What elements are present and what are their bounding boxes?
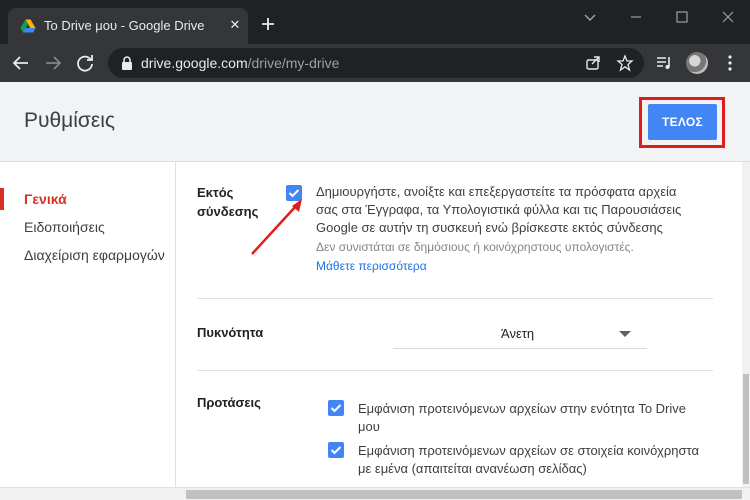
profile-avatar[interactable] [686, 52, 708, 74]
reload-icon[interactable] [74, 52, 96, 74]
horizontal-scrollbar-thumb[interactable] [186, 490, 742, 499]
offline-label-line1: Εκτός [197, 185, 234, 200]
share-icon[interactable] [584, 54, 602, 72]
vertical-scrollbar[interactable] [742, 162, 750, 487]
page-title: Ρυθμίσεις [24, 109, 116, 132]
density-select[interactable]: Άνετη [393, 319, 647, 349]
tab-title: To Drive μου - Google Drive [44, 18, 205, 33]
offline-desc-line1: Δημιουργήστε, ανοίξτε και επεξεργαστείτε… [316, 184, 677, 199]
suggestions-mydrive-text: Εμφάνιση προτεινόμενων αρχείων στην ενότ… [358, 400, 728, 436]
suggestions-shared-checkbox[interactable] [328, 442, 344, 458]
suggestions-label: Προτάσεις [197, 395, 261, 410]
bookmark-star-icon[interactable] [616, 54, 634, 72]
horizontal-scrollbar[interactable] [0, 487, 750, 500]
suggestions-opt1-line1: Εμφάνιση προτεινόμενων αρχείων στην ενότ… [358, 401, 687, 416]
forward-icon[interactable] [42, 52, 64, 74]
section-divider [197, 370, 713, 371]
browser-tab[interactable]: To Drive μου - Google Drive ✕ [8, 8, 248, 44]
url-host: drive.google.com [141, 55, 248, 71]
url-path: /drive/my-drive [247, 55, 340, 71]
offline-desc-line3: Google σε αυτήν τη συσκευή ενώ βρίσκεστε… [316, 220, 663, 235]
annotation-arrow-icon [251, 199, 302, 255]
offline-note: Δεν συνιστάται σε δημόσιους ή κοινόχρηστ… [316, 240, 634, 254]
checkmark-icon [330, 404, 342, 413]
google-drive-icon [20, 19, 36, 33]
sidebar-item-notifications[interactable]: Ειδοποιήσεις [24, 219, 105, 235]
suggestions-opt2-line2: με εμένα (απαιτείται ανανέωση σελίδας) [358, 461, 587, 476]
lock-icon [122, 56, 132, 70]
maximize-icon[interactable] [668, 6, 696, 28]
url-text: drive.google.com/drive/my-drive [141, 55, 339, 71]
close-tab-icon[interactable]: ✕ [226, 16, 244, 34]
suggestions-opt2-line1: Εμφάνιση προτεινόμενων αρχείων σε στοιχε… [358, 443, 699, 458]
dropdown-arrow-icon [619, 331, 631, 337]
close-window-icon[interactable] [714, 6, 742, 28]
offline-description: Δημιουργήστε, ανοίξτε και επεξεργαστείτε… [316, 183, 736, 237]
offline-desc-line2: σας στα Έγγραφα, τα Υπολογιστικά φύλλα κ… [316, 202, 682, 217]
vertical-scrollbar-thumb[interactable] [743, 374, 749, 484]
media-controls-icon[interactable] [654, 53, 674, 73]
settings-header: Ρυθμίσεις ΤΕΛΟΣ [0, 82, 750, 162]
done-button[interactable]: ΤΕΛΟΣ [648, 104, 717, 140]
sidebar-item-manage-apps[interactable]: Διαχείριση εφαρμογών [24, 247, 165, 263]
density-label: Πυκνότητα [197, 325, 264, 340]
checkmark-icon [330, 446, 342, 455]
settings-sidebar: Γενικά Ειδοποιήσεις Διαχείριση εφαρμογών [0, 162, 175, 487]
density-value: Άνετη [501, 326, 535, 341]
suggestions-shared-text: Εμφάνιση προτεινόμενων αρχείων σε στοιχε… [358, 442, 728, 478]
active-indicator [0, 188, 4, 210]
learn-more-link[interactable]: Μάθετε περισσότερα [316, 259, 427, 273]
new-tab-icon[interactable] [258, 14, 278, 34]
sidebar-item-general[interactable]: Γενικά [24, 191, 67, 207]
section-divider [197, 298, 713, 299]
address-bar[interactable]: drive.google.com/drive/my-drive [108, 48, 644, 78]
suggestions-mydrive-checkbox[interactable] [328, 400, 344, 416]
suggestions-opt1-line2: μου [358, 419, 380, 434]
tab-search-icon[interactable] [576, 6, 604, 28]
browser-tabbar: To Drive μου - Google Drive ✕ [0, 0, 750, 44]
minimize-icon[interactable] [622, 6, 650, 28]
back-icon[interactable] [10, 52, 32, 74]
browser-toolbar: drive.google.com/drive/my-drive [0, 44, 750, 82]
menu-icon[interactable] [720, 53, 740, 73]
